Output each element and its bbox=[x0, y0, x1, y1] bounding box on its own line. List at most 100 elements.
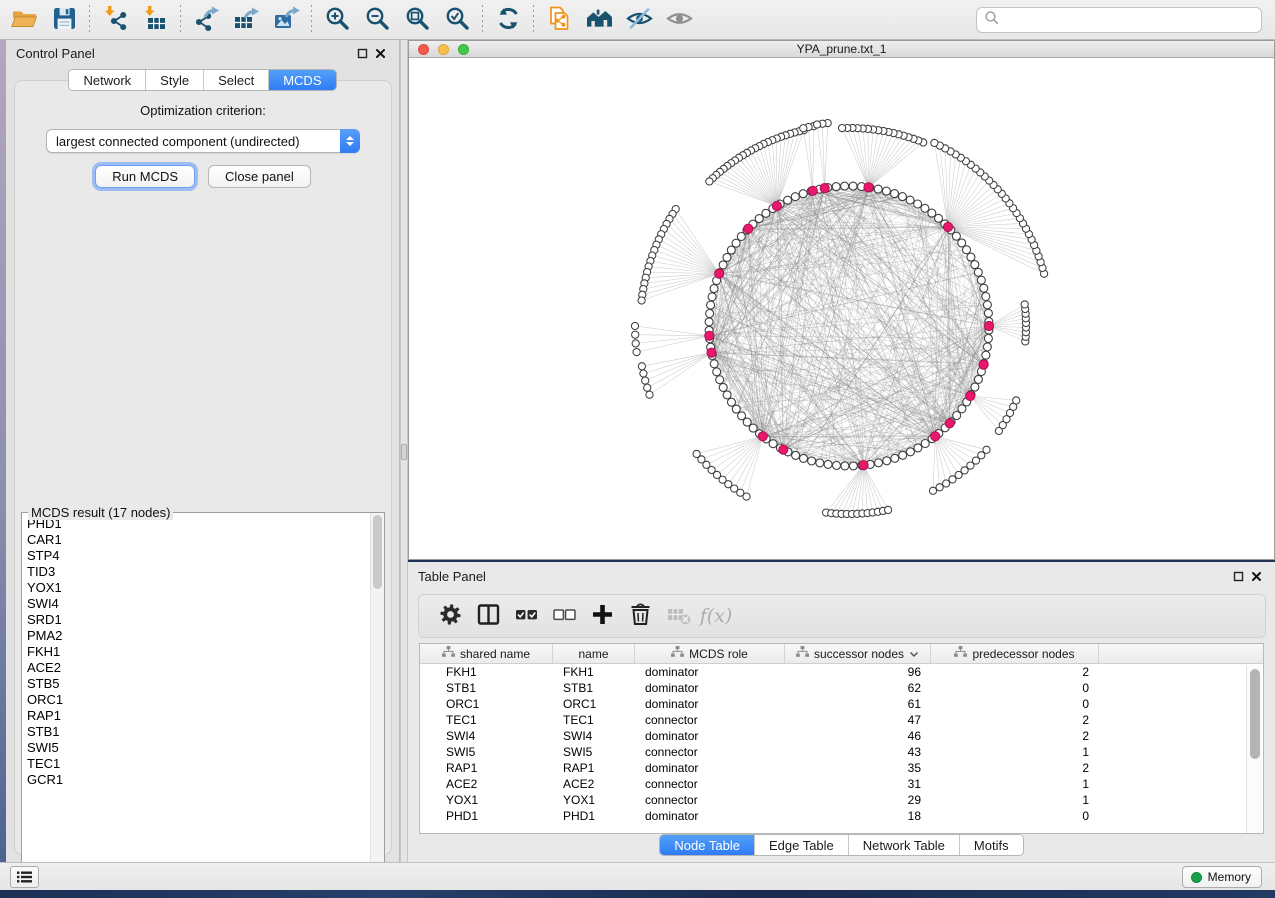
graph-node[interactable] bbox=[632, 340, 639, 347]
graph-node[interactable] bbox=[841, 182, 849, 190]
tab-select[interactable]: Select bbox=[203, 70, 268, 90]
graph-node[interactable] bbox=[762, 209, 770, 217]
hide-selected-button[interactable] bbox=[619, 3, 659, 37]
graph-node[interactable] bbox=[967, 253, 975, 261]
table-cell[interactable]: YOX1 bbox=[420, 792, 553, 808]
graph-node[interactable] bbox=[832, 183, 840, 191]
select-all-checks-button[interactable] bbox=[509, 599, 543, 633]
table-cell[interactable]: 1 bbox=[931, 792, 1099, 808]
graph-node[interactable] bbox=[727, 246, 735, 254]
graph-hub-node[interactable] bbox=[943, 222, 952, 231]
graph-node[interactable] bbox=[791, 193, 799, 201]
graph-node[interactable] bbox=[974, 375, 982, 383]
graph-node[interactable] bbox=[808, 457, 816, 465]
graph-node[interactable] bbox=[737, 233, 745, 241]
graph-node[interactable] bbox=[707, 301, 715, 309]
table-cell[interactable]: 29 bbox=[785, 792, 931, 808]
result-list-item[interactable]: STB1 bbox=[27, 724, 370, 740]
graph-node[interactable] bbox=[713, 368, 721, 376]
table-cell[interactable]: connector bbox=[635, 792, 785, 808]
vertical-splitter[interactable] bbox=[400, 40, 408, 862]
table-cell[interactable]: dominator bbox=[635, 760, 785, 776]
result-list-item[interactable]: ORC1 bbox=[27, 692, 370, 708]
tab-network[interactable]: Network bbox=[69, 70, 145, 90]
graph-hub-node[interactable] bbox=[945, 419, 954, 428]
result-list-item[interactable]: STB5 bbox=[27, 676, 370, 692]
graph-hub-node[interactable] bbox=[820, 184, 829, 193]
table-cell[interactable]: SWI5 bbox=[420, 744, 553, 760]
graph-node[interactable] bbox=[631, 322, 638, 329]
table-cell[interactable]: TEC1 bbox=[553, 712, 635, 728]
graph-node[interactable] bbox=[958, 239, 966, 247]
graph-node[interactable] bbox=[983, 446, 990, 453]
graph-node[interactable] bbox=[982, 351, 990, 359]
table-settings-button[interactable] bbox=[433, 599, 467, 633]
graph-hub-node[interactable] bbox=[984, 321, 993, 330]
graph-node[interactable] bbox=[800, 454, 808, 462]
network-canvas[interactable] bbox=[409, 58, 1274, 559]
graph-node[interactable] bbox=[732, 239, 740, 247]
graph-node[interactable] bbox=[898, 193, 906, 201]
graph-node[interactable] bbox=[983, 301, 991, 309]
tab-edge-table[interactable]: Edge Table bbox=[754, 835, 848, 855]
table-cell[interactable]: ORC1 bbox=[420, 696, 553, 712]
graph-hub-node[interactable] bbox=[779, 445, 788, 454]
graph-node[interactable] bbox=[974, 268, 982, 276]
result-list-item[interactable]: SWI4 bbox=[27, 596, 370, 612]
table-cell[interactable]: 62 bbox=[785, 680, 931, 696]
search-input[interactable] bbox=[1000, 13, 1261, 28]
graph-node[interactable] bbox=[980, 284, 988, 292]
graph-hub-node[interactable] bbox=[705, 331, 714, 340]
table-cell[interactable]: 46 bbox=[785, 728, 931, 744]
import-network-button[interactable] bbox=[95, 3, 135, 37]
graph-node[interactable] bbox=[906, 196, 914, 204]
table-row[interactable]: YOX1YOX1connector291 bbox=[420, 792, 1263, 808]
graph-node[interactable] bbox=[929, 487, 936, 494]
table-cell[interactable]: 18 bbox=[785, 808, 931, 824]
result-list-item[interactable]: TID3 bbox=[27, 564, 370, 580]
graph-node[interactable] bbox=[891, 190, 899, 198]
column-header-shared-name[interactable]: shared name bbox=[420, 644, 553, 663]
graph-node[interactable] bbox=[953, 412, 961, 420]
table-cell[interactable]: ACE2 bbox=[553, 776, 635, 792]
graph-hub-node[interactable] bbox=[744, 224, 753, 233]
column-header-predecessor-nodes[interactable]: predecessor nodes bbox=[931, 644, 1099, 663]
table-cell[interactable]: connector bbox=[635, 744, 785, 760]
graph-node[interactable] bbox=[958, 405, 966, 413]
graph-node[interactable] bbox=[799, 190, 807, 198]
table-cell[interactable]: TEC1 bbox=[420, 712, 553, 728]
graph-hub-node[interactable] bbox=[979, 360, 988, 369]
graph-node[interactable] bbox=[710, 360, 718, 368]
run-mcds-button[interactable]: Run MCDS bbox=[95, 165, 195, 188]
column-header-successor-nodes[interactable]: successor nodes bbox=[785, 644, 931, 663]
table-cell[interactable]: PHD1 bbox=[553, 808, 635, 824]
graph-node[interactable] bbox=[891, 454, 899, 462]
graph-node[interactable] bbox=[885, 506, 892, 513]
table-row[interactable]: ACE2ACE2connector311 bbox=[420, 776, 1263, 792]
result-list-item[interactable]: PMA2 bbox=[27, 628, 370, 644]
table-cell[interactable]: dominator bbox=[635, 808, 785, 824]
graph-node[interactable] bbox=[784, 196, 792, 204]
duplicate-network-button[interactable] bbox=[539, 3, 579, 37]
result-list-item[interactable]: STP4 bbox=[27, 548, 370, 564]
table-row[interactable]: FKH1FKH1dominator962 bbox=[420, 664, 1263, 680]
table-cell[interactable]: 35 bbox=[785, 760, 931, 776]
table-cell[interactable]: connector bbox=[635, 712, 785, 728]
table-row[interactable]: STB1STB1dominator620 bbox=[420, 680, 1263, 696]
graph-node[interactable] bbox=[914, 444, 922, 452]
table-row[interactable]: SWI5SWI5connector431 bbox=[420, 744, 1263, 760]
graph-node[interactable] bbox=[633, 349, 640, 356]
table-cell[interactable]: 0 bbox=[931, 808, 1099, 824]
table-cell[interactable]: 2 bbox=[931, 664, 1099, 680]
table-cell[interactable]: PHD1 bbox=[420, 808, 553, 824]
graph-node[interactable] bbox=[640, 370, 647, 377]
task-history-button[interactable] bbox=[10, 866, 39, 888]
graph-node[interactable] bbox=[984, 335, 992, 343]
graph-hub-node[interactable] bbox=[966, 391, 975, 400]
graph-node[interactable] bbox=[824, 460, 832, 468]
show-all-button[interactable] bbox=[659, 3, 699, 37]
table-row[interactable]: RAP1RAP1dominator352 bbox=[420, 760, 1263, 776]
zoom-fit-button[interactable] bbox=[397, 3, 437, 37]
table-cell[interactable]: dominator bbox=[635, 696, 785, 712]
graph-node[interactable] bbox=[732, 405, 740, 413]
